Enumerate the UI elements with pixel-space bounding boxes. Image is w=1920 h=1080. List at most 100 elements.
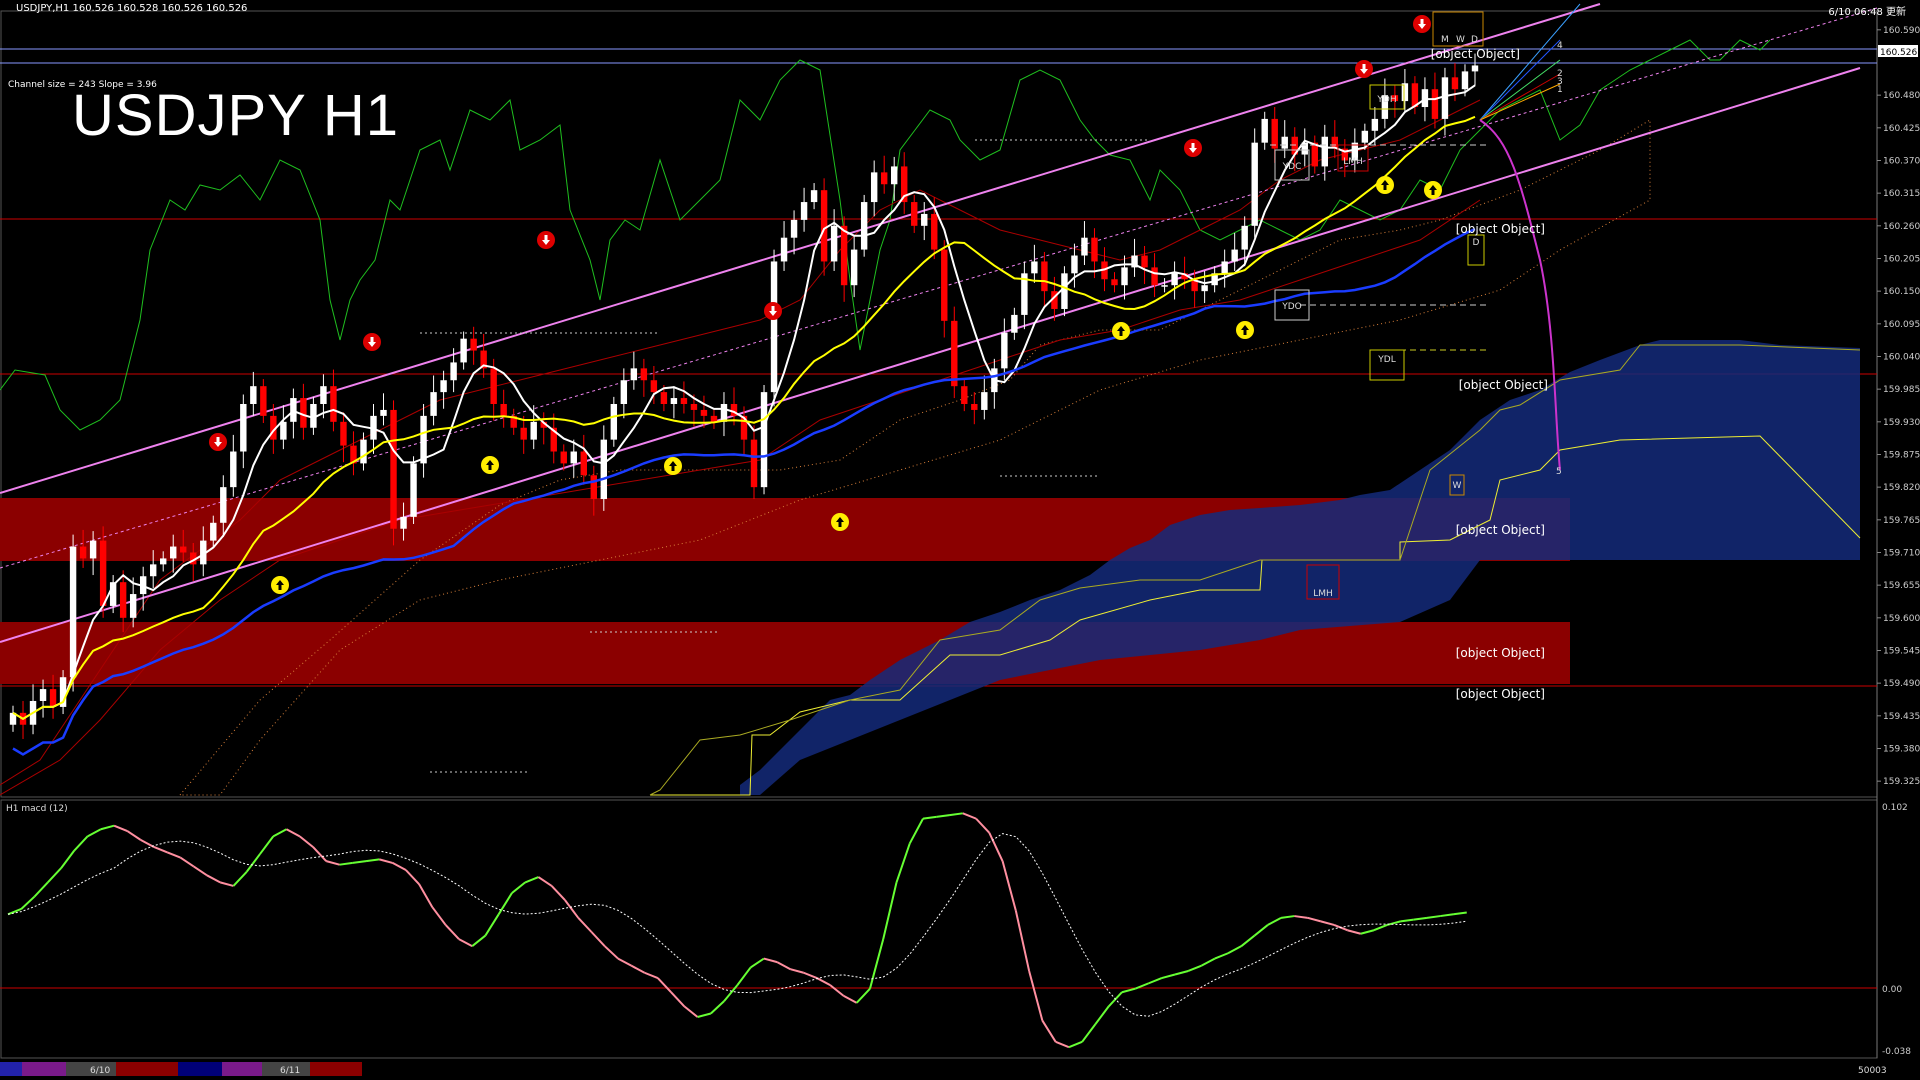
candle-bear: [470, 338, 477, 351]
candle-bear: [390, 409, 397, 529]
price-tick-label: 160.040: [1883, 352, 1920, 362]
candle-bull: [450, 362, 457, 381]
candle-bull: [220, 487, 227, 523]
candle-bull: [1281, 136, 1288, 149]
date-label-0610: 6/10: [90, 1066, 110, 1076]
candle-bull: [149, 564, 157, 577]
candle-bull: [1031, 261, 1038, 274]
candle-bear: [260, 386, 267, 416]
candle-bull: [160, 558, 167, 565]
candle-bear: [1151, 267, 1158, 286]
price-tick-label: 159.600: [1883, 614, 1920, 624]
candle-bull: [440, 380, 447, 393]
price-tick-label: 159.325: [1883, 777, 1920, 787]
candle-bull: [1361, 130, 1369, 143]
candle-bull: [1081, 237, 1088, 256]
fractal-up-marker: [831, 513, 849, 531]
candle-bear: [951, 320, 958, 387]
fractal-down-marker: [764, 302, 782, 320]
candle-bear: [580, 451, 587, 476]
candle-bull: [830, 225, 838, 262]
level-note-6: [object Object]: [1456, 687, 1545, 701]
price-tick-label: 160.425: [1883, 124, 1920, 134]
candle-bull: [800, 202, 808, 220]
price-tick-label: 160.480: [1883, 91, 1920, 101]
candle-bear: [1271, 118, 1278, 149]
candle-bull: [870, 172, 878, 203]
candle-bull: [1401, 83, 1409, 102]
candle-bear: [690, 404, 698, 410]
w-label: W: [1456, 35, 1465, 45]
fractal-down-marker: [1413, 15, 1431, 33]
current-price-label: 160.526: [1880, 48, 1917, 58]
candle-bear: [330, 386, 337, 422]
fan-num-5: 5: [1556, 467, 1562, 477]
candle-bear: [79, 546, 87, 559]
candle-bull: [89, 540, 97, 559]
candle-bear: [1451, 77, 1459, 90]
d-label-low: D: [1473, 238, 1480, 248]
candle-bull: [1321, 136, 1328, 167]
candle-bear: [300, 398, 307, 428]
level-note-4: [object Object]: [1456, 523, 1545, 537]
ydo-label: YDO: [1281, 302, 1302, 312]
candle-bull: [1471, 65, 1479, 72]
candle-bull: [129, 594, 137, 618]
candle-bear: [490, 368, 497, 404]
candle-bear: [180, 546, 187, 553]
candle-bull: [1371, 118, 1379, 131]
macd-panel-title: H1 macd (12): [6, 804, 68, 814]
fractal-down-marker: [537, 231, 555, 249]
candle-bear: [971, 404, 978, 410]
candle-bear: [1431, 89, 1439, 119]
candle-bull: [240, 404, 247, 452]
date-label-0611: 6/11: [280, 1066, 300, 1076]
zone-159-50-60: [0, 622, 1570, 684]
fractal-up-marker: [1112, 322, 1130, 340]
candle-bull: [1121, 267, 1128, 286]
candle-bull: [1261, 118, 1268, 143]
candle-bull: [790, 219, 798, 238]
price-tick-label: 159.985: [1883, 385, 1920, 395]
fractal-up-marker: [664, 457, 682, 475]
candle-bull: [69, 546, 77, 678]
fan-num-3: 3: [1557, 77, 1563, 87]
candle-bear: [640, 368, 648, 381]
candle-bear: [650, 380, 658, 393]
candle-bear: [911, 202, 918, 226]
chart-title: USDJPY H1: [72, 83, 400, 148]
candle-bear: [680, 398, 688, 404]
candle-bull: [530, 421, 537, 440]
candle-bear: [560, 451, 567, 464]
price-tick-label: 159.710: [1883, 548, 1920, 558]
candle-bull: [210, 522, 217, 541]
candle-bear: [820, 190, 828, 262]
price-tick-label: 159.875: [1883, 450, 1920, 460]
price-tick-label: 160.260: [1883, 222, 1920, 232]
candle-bull: [720, 404, 728, 422]
macd-tick-bottom: -0.038: [1882, 1047, 1911, 1057]
fractal-down-marker: [209, 433, 227, 451]
candle-bull: [670, 398, 678, 404]
fractal-up-marker: [481, 456, 499, 474]
candle-bull: [850, 249, 858, 286]
candle-bull: [430, 392, 437, 416]
candle-bull: [630, 368, 638, 381]
candle-bear: [700, 409, 708, 416]
fractal-down-marker: [1355, 60, 1373, 78]
macd-tick-zero: 0.00: [1882, 985, 1902, 995]
price-tick-label: 159.930: [1883, 418, 1920, 428]
candle-bear: [750, 439, 758, 488]
level-note-2: [object Object]: [1456, 222, 1545, 236]
fan-num-4: 4: [1557, 41, 1563, 51]
price-tick-label: 159.655: [1883, 581, 1920, 591]
price-tick-label: 159.435: [1883, 712, 1920, 722]
candle-bull: [1221, 261, 1228, 274]
candle-bear: [590, 475, 598, 500]
ydc-label: YDC: [1282, 162, 1302, 172]
ydh-label: YDH: [1376, 95, 1396, 105]
price-tick-label: 160.590: [1883, 26, 1920, 36]
candle-bear: [710, 415, 718, 422]
candle-bear: [941, 249, 948, 321]
d-label: D: [1471, 35, 1478, 45]
